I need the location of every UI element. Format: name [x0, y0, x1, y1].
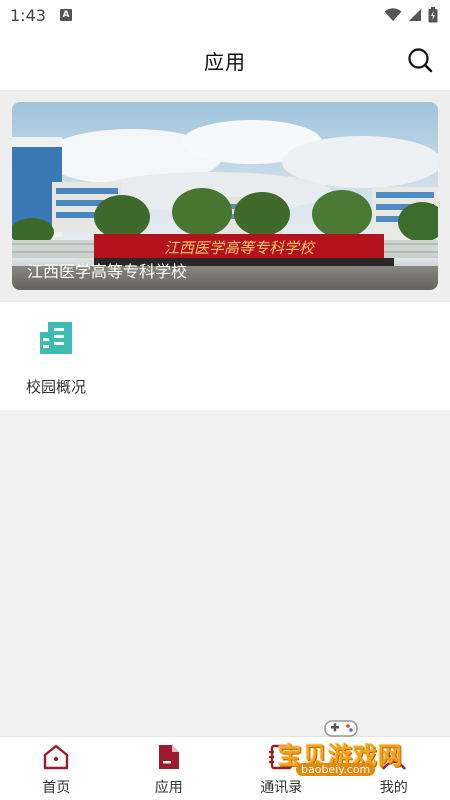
status-bar: 1:43 A: [0, 0, 450, 30]
battery-icon: [428, 7, 438, 23]
home-icon: [44, 744, 69, 770]
watermark: 宝贝游戏网 baobeiy.com: [278, 716, 428, 782]
banner-caption: 江西医学高等专科学校: [27, 262, 188, 281]
banner-caption-overlay: 江西医学高等专科学校: [12, 254, 438, 290]
page-title: 应用: [204, 49, 246, 74]
app-campus-overview[interactable]: 校园概况: [12, 314, 100, 404]
tab-home-label: 首页: [42, 780, 71, 796]
building-icon: [40, 322, 72, 354]
tab-apps-label: 应用: [154, 780, 183, 796]
apps-grid: 校园概况: [0, 302, 450, 410]
tab-apps[interactable]: 应用: [113, 737, 226, 800]
banner-section: 江西医学高等专科学校 江西医学高等专科学校: [0, 90, 450, 302]
app-label: 校园概况: [25, 378, 86, 396]
status-left: 1:43 A: [10, 6, 72, 25]
app-header: 应用: [0, 30, 450, 90]
tab-home[interactable]: 首页: [0, 737, 113, 800]
search-icon[interactable]: [406, 46, 434, 74]
document-icon: [158, 745, 179, 769]
cell-signal-icon: [409, 9, 421, 21]
wifi-icon: [384, 8, 402, 21]
watermark-url: baobeiy.com: [296, 763, 376, 776]
status-icons: [384, 7, 438, 23]
notification-a-icon: A: [59, 9, 72, 21]
banner-image[interactable]: 江西医学高等专科学校 江西医学高等专科学校: [12, 102, 438, 290]
status-time: 1:43: [10, 5, 46, 25]
